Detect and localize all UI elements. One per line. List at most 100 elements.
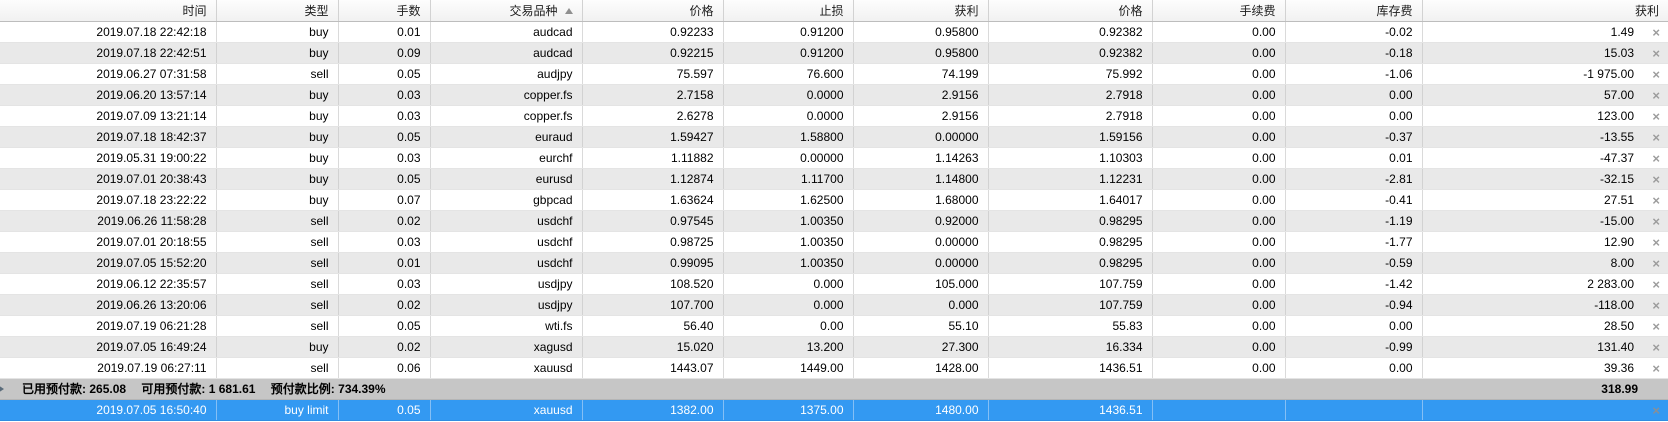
- close-icon[interactable]: ×: [1652, 43, 1660, 63]
- close-icon[interactable]: ×: [1652, 64, 1660, 84]
- close-icon[interactable]: ×: [1652, 274, 1660, 294]
- close-icon[interactable]: ×: [1652, 169, 1660, 189]
- table-row[interactable]: 2019.07.18 18:42:37 buy 0.05 euraud 1.59427 1…: [0, 126, 1668, 148]
- cell-lots: 0.05: [337, 168, 430, 190]
- column-header-symbol[interactable]: 交易品种: [429, 0, 582, 22]
- cell-type: sell: [215, 315, 338, 337]
- close-icon[interactable]: ×: [1652, 358, 1660, 378]
- pending-order-row[interactable]: 2019.07.05 16:50:40 buy limit 0.05 xauus…: [0, 399, 1668, 421]
- column-header-commission[interactable]: 手续费: [1151, 0, 1285, 22]
- used-margin-value: 265.08: [89, 382, 127, 396]
- cell-sl: 13.200: [722, 336, 853, 358]
- column-header-profit[interactable]: 获利: [1421, 0, 1668, 22]
- close-icon[interactable]: ×: [1652, 85, 1660, 105]
- column-header-tp[interactable]: 获利: [852, 0, 988, 22]
- cell-price2: 55.83: [987, 315, 1152, 337]
- column-header-sl[interactable]: 止损: [722, 0, 853, 22]
- cell-symbol: euraud: [429, 126, 582, 148]
- cell-lots: 0.02: [337, 210, 430, 232]
- cell-time: 2019.06.20 13:57:14: [0, 84, 216, 106]
- close-icon[interactable]: ×: [1652, 295, 1660, 315]
- column-header-price[interactable]: 价格: [581, 0, 723, 22]
- cell-sl: 0.00000: [722, 147, 853, 169]
- close-icon[interactable]: ×: [1652, 190, 1660, 210]
- column-header-time[interactable]: 时间: [0, 0, 216, 22]
- cell-symbol: audcad: [429, 21, 582, 43]
- close-icon[interactable]: ×: [1652, 22, 1660, 42]
- table-row[interactable]: 2019.07.01 20:18:55 sell 0.03 usdchf 0.98725…: [0, 231, 1668, 253]
- column-label: 库存费: [1376, 3, 1413, 18]
- cell-takeprofit: 1480.00: [852, 399, 988, 421]
- close-icon[interactable]: ×: [1652, 211, 1660, 231]
- table-row[interactable]: 2019.06.20 13:57:14 buy 0.03 copper.fs 2.715…: [0, 84, 1668, 106]
- close-icon[interactable]: ×: [1652, 337, 1660, 357]
- cell-price2: 1.10303: [987, 147, 1152, 169]
- cell-type: buy: [215, 105, 338, 127]
- close-icon[interactable]: ×: [1652, 400, 1660, 420]
- cell-lots: 0.05: [337, 315, 430, 337]
- cell-swap: -0.02: [1284, 21, 1422, 43]
- cell-commission: 0.00: [1151, 42, 1285, 64]
- table-row[interactable]: 2019.06.12 22:35:57 sell 0.03 usdjpy 108.520…: [0, 273, 1668, 295]
- column-header-price2[interactable]: 价格: [987, 0, 1152, 22]
- cell-symbol: audjpy: [429, 63, 582, 85]
- close-icon[interactable]: ×: [1652, 127, 1660, 147]
- cell-symbol: copper.fs: [429, 105, 582, 127]
- cell-tp: 0.00000: [852, 126, 988, 148]
- cell-price2: 107.759: [987, 294, 1152, 316]
- table-row[interactable]: 2019.07.19 06:27:11 sell 0.06 xauusd 1443.07…: [0, 357, 1668, 379]
- table-row[interactable]: 2019.07.09 13:21:14 buy 0.03 copper.fs 2.627…: [0, 105, 1668, 127]
- table-row[interactable]: 2019.05.31 19:00:22 buy 0.03 eurchf 1.11882 0…: [0, 147, 1668, 169]
- close-icon[interactable]: ×: [1652, 232, 1660, 252]
- cell-price2: 1.64017: [987, 189, 1152, 211]
- cell-tp: 105.000: [852, 273, 988, 295]
- cell-sl: 0.0000: [722, 105, 853, 127]
- column-label: 价格: [689, 3, 714, 18]
- cell-commission: 0.00: [1151, 273, 1285, 295]
- cell-price: 0.92215: [581, 42, 723, 64]
- cell-time: 2019.07.19 06:27:11: [0, 357, 216, 379]
- table-row[interactable]: 2019.07.01 20:38:43 buy 0.05 eurusd 1.12874 1…: [0, 168, 1668, 190]
- column-header-lots[interactable]: 手数: [337, 0, 430, 22]
- table-row[interactable]: 2019.07.05 16:49:24 buy 0.02 xagusd 15.020 13…: [0, 336, 1668, 358]
- cell-profit: ×: [1421, 399, 1668, 421]
- sort-ascending-icon: [564, 7, 573, 14]
- cell-time: 2019.07.05 15:52:20: [0, 252, 216, 274]
- table-row[interactable]: 2019.07.18 22:42:18 buy 0.01 audcad 0.92233 0…: [0, 21, 1668, 43]
- table-row[interactable]: 2019.06.26 11:58:28 sell 0.02 usdchf 0.97545…: [0, 210, 1668, 232]
- table-row[interactable]: 2019.07.05 15:52:20 sell 0.01 usdchf 0.99095…: [0, 252, 1668, 274]
- column-label: 止损: [819, 3, 844, 18]
- cell-commission: 0.00: [1151, 357, 1285, 379]
- table-row[interactable]: 2019.07.18 22:42:51 buy 0.09 audcad 0.92215 0…: [0, 42, 1668, 64]
- cell-tp: 55.10: [852, 315, 988, 337]
- cell-time: 2019.06.12 22:35:57: [0, 273, 216, 295]
- used-margin-label: 已用预付款:: [22, 382, 86, 396]
- cell-price: 75.597: [581, 63, 723, 85]
- cell-price2: 1.12231: [987, 168, 1152, 190]
- cell-price: 1.63624: [581, 189, 723, 211]
- free-margin-value: 1 681.61: [208, 382, 256, 396]
- cell-price2: 0.98295: [987, 231, 1152, 253]
- close-icon[interactable]: ×: [1652, 106, 1660, 126]
- table-row[interactable]: 2019.06.27 07:31:58 sell 0.05 audjpy 75.597 7…: [0, 63, 1668, 85]
- close-icon[interactable]: ×: [1652, 316, 1660, 336]
- cell-price2: 16.334: [987, 336, 1152, 358]
- table-row[interactable]: 2019.07.18 23:22:22 buy 0.07 gbpcad 1.63624 1…: [0, 189, 1668, 211]
- cell-type: buy: [215, 42, 338, 64]
- cell-price: 15.020: [581, 336, 723, 358]
- table-row[interactable]: 2019.06.26 13:20:06 sell 0.02 usdjpy 107.700…: [0, 294, 1668, 316]
- cell-swap: 0.00: [1284, 84, 1422, 106]
- cell-time: 2019.07.18 22:42:51: [0, 42, 216, 64]
- cell-price: 0.97545: [581, 210, 723, 232]
- close-icon[interactable]: ×: [1652, 148, 1660, 168]
- table-row[interactable]: 2019.07.19 06:21:28 sell 0.05 wti.fs 56.40 0.…: [0, 315, 1668, 337]
- close-icon[interactable]: ×: [1652, 253, 1660, 273]
- cell-swap: -1.06: [1284, 63, 1422, 85]
- column-header-type[interactable]: 类型: [215, 0, 338, 22]
- cell-sl: 1.00350: [722, 210, 853, 232]
- cell-price: 2.6278: [581, 105, 723, 127]
- cell-sl: 76.600: [722, 63, 853, 85]
- cell-price: 1.12874: [581, 168, 723, 190]
- cell-time: 2019.05.31 19:00:22: [0, 147, 216, 169]
- column-header-swap[interactable]: 库存费: [1284, 0, 1422, 22]
